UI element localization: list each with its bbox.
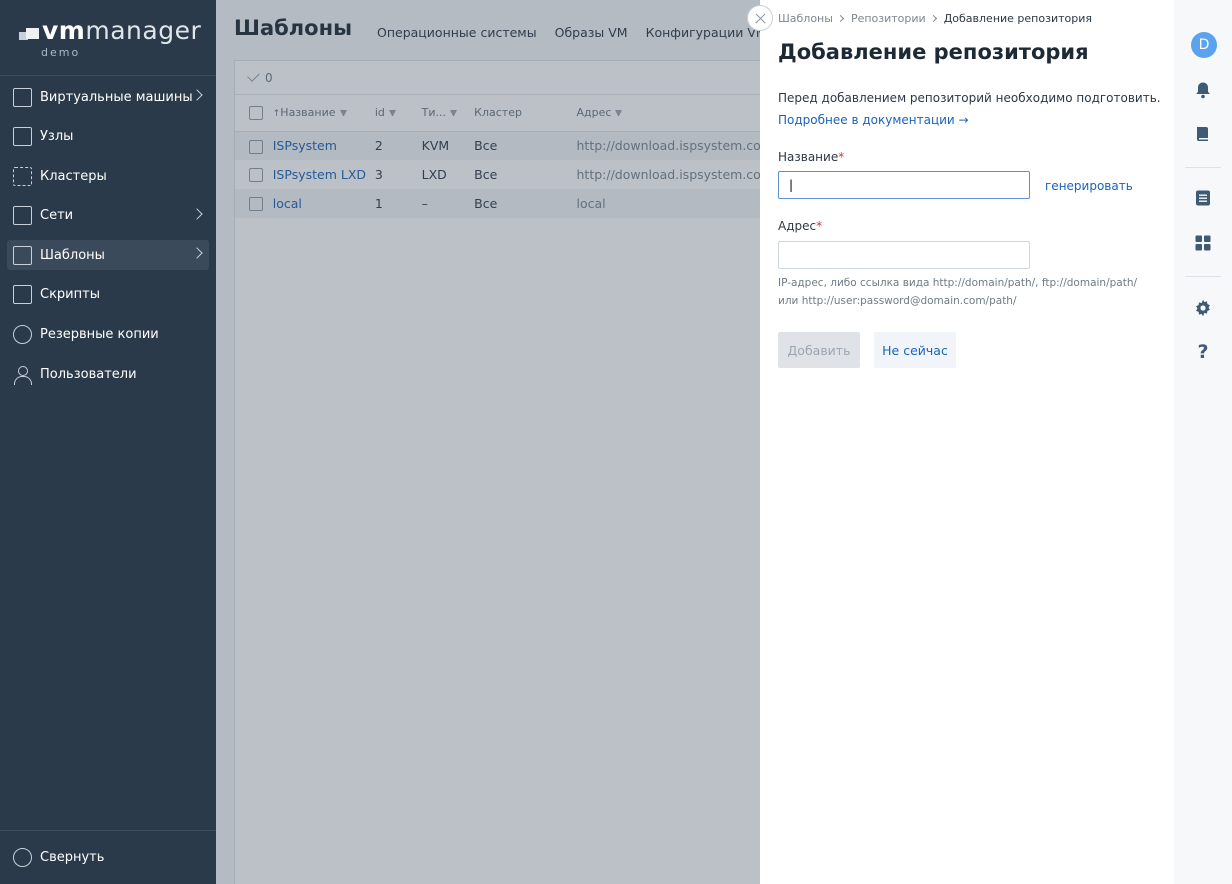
backup-icon [13,325,32,345]
book-icon[interactable] [1194,125,1212,143]
sidebar-item-label: Виртуальные машины [40,89,193,105]
add-repository-drawer: Шаблоны Репозитории Добавление репозитория… [760,0,1174,884]
sidebar-item-label: Шаблоны [40,247,105,263]
collapse-label: Свернуть [40,850,105,865]
server-rack-icon [13,127,32,147]
sidebar-item-scripts[interactable]: Скрипты [7,280,209,310]
chevron-right-icon [191,247,203,260]
chevron-right-icon [929,14,937,23]
sidebar-item-backups[interactable]: Резервные копии [7,320,209,350]
rail-divider [1185,167,1221,168]
chevron-right-icon [836,14,844,23]
vm-server-icon [13,87,32,107]
breadcrumb-repositories[interactable]: Репозитории [851,12,926,25]
address-input[interactable] [778,241,1030,269]
documentation-link[interactable]: Подробнее в документации → [778,113,969,127]
chevron-right-icon [191,208,203,220]
collapse-icon [13,848,32,867]
address-field-label: Адрес* [778,219,823,233]
script-icon [13,285,32,305]
right-rail: D ? [1174,0,1232,884]
logo-subtitle: demo [41,46,81,59]
drawer-description: Перед добавлением репозиторий необходимо… [778,91,1161,105]
sidebar-item-templates[interactable]: Шаблоны [7,240,209,271]
sidebar-nav: Виртуальные машины Узлы Кластеры Сети Ша… [0,82,216,399]
not-now-button[interactable]: Не сейчас [874,332,956,368]
sidebar-item-label: Скрипты [40,287,100,303]
sidebar-item-label: Пользователи [40,366,137,382]
help-icon[interactable]: ? [1194,341,1212,363]
dashboard-grid-icon[interactable] [1194,234,1212,252]
sidebar-item-clusters[interactable]: Кластеры [7,161,209,191]
sidebar-item-label: Резервные копии [40,327,159,343]
breadcrumb-current: Добавление репозитория [943,12,1092,25]
sidebar-item-nodes[interactable]: Узлы [7,122,209,152]
sidebar-item-virtual-machines[interactable]: Виртуальные машины [7,82,209,112]
sidebar-item-networks[interactable]: Сети [7,201,209,231]
avatar[interactable]: D [1191,32,1217,58]
drawer-title: Добавление репозитория [778,40,1089,64]
name-input[interactable] [778,171,1030,199]
user-icon [13,365,32,385]
chevron-right-icon [191,89,203,101]
gear-icon[interactable] [1194,299,1212,317]
sidebar-item-users[interactable]: Пользователи [7,359,209,389]
sidebar-item-label: Сети [40,208,74,224]
collapse-sidebar-button[interactable]: Свернуть [0,830,216,884]
close-drawer-button[interactable] [747,5,773,31]
logo-text: vmmanager [42,16,202,45]
breadcrumb: Шаблоны Репозитории Добавление репозитория [778,12,1092,25]
template-disk-icon [13,245,32,265]
sidebar: vmmanager demo Виртуальные машины Узлы К… [0,0,216,884]
sidebar-item-label: Кластеры [40,168,107,184]
name-field-label: Название* [778,150,845,164]
bell-icon[interactable] [1194,81,1212,99]
list-icon[interactable] [1194,189,1212,207]
network-icon [13,206,32,226]
address-hint: IP-адрес, либо ссылка вида http://domain… [778,277,1138,307]
generate-name-link[interactable]: генерировать [1045,179,1133,193]
modal-backdrop[interactable] [216,0,760,884]
rail-divider [1185,276,1221,277]
cluster-icon [13,166,32,186]
breadcrumb-templates[interactable]: Шаблоны [778,12,833,25]
sidebar-item-label: Узлы [40,129,74,145]
logo[interactable]: vmmanager demo [0,0,216,76]
logo-mark-icon [19,28,39,42]
add-button[interactable]: Добавить [778,332,860,368]
